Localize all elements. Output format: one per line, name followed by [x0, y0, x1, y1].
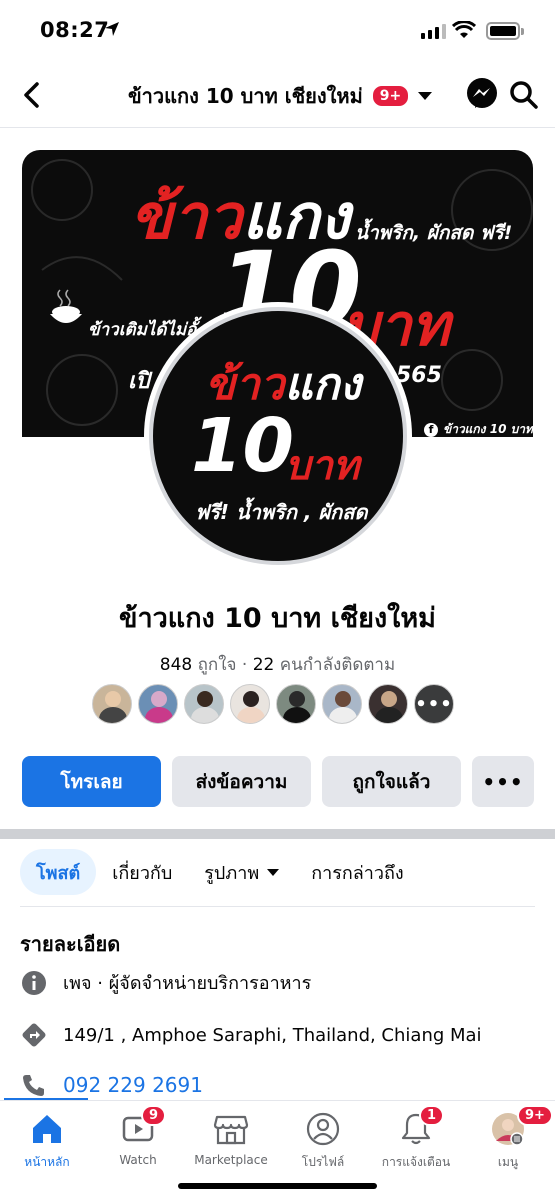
status-time: 08:27 — [40, 18, 110, 42]
page-tabs: โพสต์ เกี่ยวกับ รูปภาพ การกล่าวถึง — [20, 849, 535, 907]
back-icon[interactable] — [18, 80, 46, 110]
notifications-badge: 1 — [419, 1105, 445, 1126]
search-icon[interactable] — [509, 80, 539, 110]
liked-button[interactable]: ถูกใจแล้ว — [322, 756, 461, 807]
avatar[interactable] — [92, 684, 132, 724]
more-friends-button[interactable]: ••• — [414, 684, 454, 724]
facebook-icon: f — [424, 422, 438, 437]
message-button[interactable]: ส่งข้อความ — [172, 756, 311, 807]
nav-notifications[interactable]: 1 การแจ้งเตือน — [371, 1101, 461, 1181]
page-title: ข้าวแกง 10 บาท เชียงใหม่ — [119, 603, 436, 634]
nav-profile[interactable]: โปรไฟล์ — [278, 1101, 368, 1181]
avatar[interactable] — [276, 684, 316, 724]
page-stats: 848 ถูกใจ · 22 คนกำลังติดตาม — [0, 651, 555, 678]
details-heading: รายละเอียด — [20, 932, 121, 956]
nav-menu[interactable]: 9+ เมนู — [463, 1101, 553, 1181]
header-badge: 9+ — [370, 84, 411, 108]
call-button[interactable]: โทรเลย — [22, 756, 161, 807]
stats-separator: · — [241, 655, 248, 675]
followers-label: คนกำลังติดตาม — [279, 655, 396, 675]
directions-icon — [20, 1021, 48, 1049]
profile-picture[interactable]: ข้าวแกง 10 บาท ฟรี! น้ำพริก , ผักสด — [144, 302, 412, 570]
tab-mentions[interactable]: การกล่าวถึง — [295, 849, 420, 895]
profile-icon — [306, 1112, 340, 1146]
home-icon — [33, 1115, 61, 1143]
location-arrow-icon — [105, 22, 119, 36]
tab-posts[interactable]: โพสต์ — [20, 849, 97, 895]
avatar[interactable] — [322, 684, 362, 724]
avatar[interactable] — [184, 684, 224, 724]
profile-free-text: ฟรี! น้ำพริก , ผักสด — [195, 500, 368, 524]
likes-count: 848 — [159, 655, 193, 675]
action-buttons: โทรเลย ส่งข้อความ ถูกใจแล้ว ••• — [22, 756, 534, 807]
nav-marketplace[interactable]: Marketplace — [186, 1101, 276, 1181]
followers-count: 22 — [252, 655, 275, 675]
profile-price: 10 — [191, 403, 294, 489]
header-title: ข้าวแกง 10 บาท เชียงใหม่ — [128, 84, 363, 108]
nav-watch[interactable]: 9 Watch — [93, 1101, 183, 1181]
avatar[interactable] — [138, 684, 178, 724]
home-indicator — [178, 1183, 377, 1189]
avatar[interactable] — [368, 684, 408, 724]
status-bar: 08:27 — [0, 0, 555, 62]
tab-photos[interactable]: รูปภาพ — [188, 849, 295, 895]
cover-open-text: เปิ — [128, 369, 150, 394]
cover-fb-tag: f ข้าวแกง 10 บาท — [424, 420, 533, 437]
likes-label: ถูกใจ — [197, 655, 237, 675]
nav-home[interactable]: หน้าหลัก — [2, 1101, 92, 1181]
signal-icon — [421, 24, 446, 39]
chevron-down-icon — [267, 868, 280, 876]
page-header: ข้าวแกง 10 บาท เชียงใหม่ 9+ — [0, 62, 555, 128]
messenger-icon[interactable] — [465, 77, 499, 111]
avatar[interactable] — [230, 684, 270, 724]
wifi-icon — [452, 21, 476, 38]
more-options-button[interactable]: ••• — [472, 756, 534, 807]
cover-rice-text: ข้าวเติมได้ไม่อั้ — [88, 320, 197, 340]
cover-phone-fragment: 565 — [396, 363, 442, 388]
cover-side-text: น้ำพริก, ผักสด ฟรี! — [355, 222, 513, 244]
info-icon — [20, 969, 48, 997]
details-address[interactable]: 149/1 , Amphoe Saraphi, Thailand, Chiang… — [20, 1021, 482, 1049]
chevron-down-icon — [418, 92, 433, 100]
details-category: เพจ · ผู้จัดจำหน่ายบริการอาหาร — [20, 968, 311, 997]
rice-bowl-icon — [50, 289, 82, 323]
profile-baht: บาท — [285, 443, 360, 489]
watch-badge: 9 — [141, 1105, 167, 1126]
friend-avatars[interactable]: ••• — [92, 684, 454, 724]
marketplace-icon — [213, 1115, 249, 1145]
section-divider — [0, 829, 555, 839]
phone-icon — [20, 1071, 48, 1099]
tab-about[interactable]: เกี่ยวกับ — [96, 849, 188, 895]
page-switcher[interactable]: ข้าวแกง 10 บาท เชียงใหม่ 9+ — [128, 80, 433, 112]
details-phone[interactable]: 092 229 2691 — [20, 1071, 203, 1099]
menu-badge: 9+ — [517, 1105, 553, 1126]
battery-icon — [486, 22, 524, 40]
